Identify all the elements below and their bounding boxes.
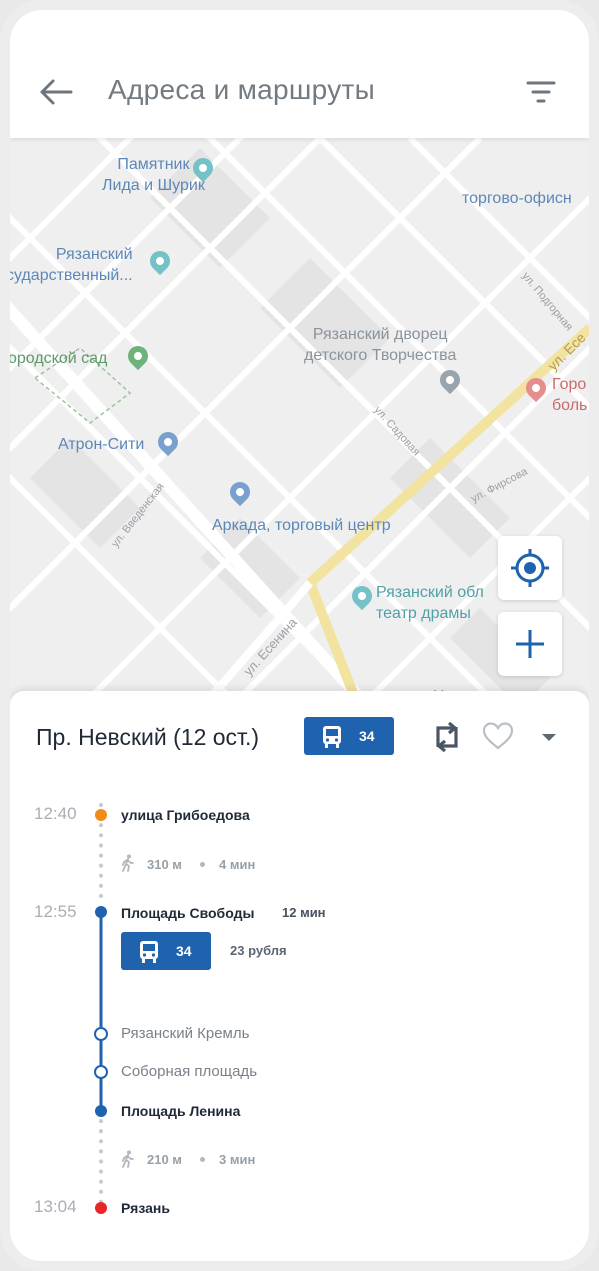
start-stop-name: улица Грибоедова bbox=[121, 807, 250, 823]
route-bus-number: 34 bbox=[359, 728, 375, 744]
map-label-hospital: Горо боль bbox=[552, 376, 588, 414]
swap-icon[interactable] bbox=[430, 721, 464, 753]
route-sheet: Пр. Невский (12 ост.) 34 12:40 улица Гри… bbox=[10, 691, 589, 1261]
map-label-arkada: Аркада, торговый центр bbox=[212, 517, 391, 534]
map-label-palace: Рязанский дворец детского Творчества bbox=[304, 326, 457, 364]
walk-icon bbox=[122, 1150, 134, 1168]
board-time: 12:55 bbox=[34, 902, 77, 921]
leg-bus-badge[interactable]: 34 bbox=[121, 932, 211, 970]
my-location-button[interactable] bbox=[498, 536, 562, 600]
map-label-monument: Памятник Лида и Шурик bbox=[102, 156, 205, 194]
arrow-left-icon[interactable] bbox=[38, 74, 74, 110]
board-dot bbox=[95, 906, 107, 918]
bus-icon bbox=[140, 941, 158, 963]
map-label-atron: Атрон-Сити bbox=[58, 436, 145, 453]
intermediate-stop: Рязанский Кремль bbox=[121, 1025, 250, 1042]
route-title: Пр. Невский (12 ост.) bbox=[36, 724, 260, 750]
exit-dot bbox=[95, 1105, 107, 1117]
map-view[interactable]: Памятник Лида и Шурик торгово-офисн Ряза… bbox=[10, 138, 589, 708]
start-time: 12:40 bbox=[34, 804, 77, 823]
walk-icon bbox=[122, 854, 134, 872]
ride-duration: 12 мин bbox=[282, 905, 326, 920]
crosshair-icon bbox=[511, 549, 549, 587]
filter-icon[interactable] bbox=[526, 80, 556, 104]
route-timeline bbox=[99, 803, 103, 1205]
stop-dot bbox=[94, 1027, 108, 1041]
map-label-garden: ородской сад bbox=[10, 350, 108, 367]
phone-frame: Адреса и маршруты Памятник Лида и Шурик … bbox=[0, 0, 599, 1271]
app-header: Адреса и маршруты bbox=[10, 10, 589, 138]
heart-icon[interactable] bbox=[482, 721, 514, 751]
leg-bus-number: 34 bbox=[176, 943, 192, 959]
map-label-university: Рязанский сударственный... bbox=[10, 246, 133, 284]
exit-stop-name: Площадь Ленина bbox=[121, 1103, 241, 1119]
route-bus-badge[interactable]: 34 bbox=[304, 717, 394, 755]
bus-icon bbox=[323, 726, 341, 748]
page-title: Адреса и маршруты bbox=[108, 74, 376, 105]
walk2-distance: 210 м bbox=[147, 1152, 182, 1167]
fare-price: 23 рубля bbox=[230, 943, 287, 958]
walk1-separator bbox=[200, 862, 205, 867]
chevron-down-icon[interactable] bbox=[540, 731, 558, 743]
plus-icon bbox=[516, 630, 544, 658]
end-dot bbox=[95, 1202, 107, 1214]
end-stop-name: Рязань bbox=[121, 1200, 170, 1216]
start-dot bbox=[95, 809, 107, 821]
walk1-duration: 4 мин bbox=[219, 857, 256, 872]
stop-dot bbox=[94, 1065, 108, 1079]
walk2-duration: 3 мин bbox=[219, 1152, 256, 1167]
zoom-in-button[interactable] bbox=[498, 612, 562, 676]
walk2-separator bbox=[200, 1157, 205, 1162]
intermediate-stop: Соборная площадь bbox=[121, 1063, 258, 1080]
walk1-distance: 310 м bbox=[147, 857, 182, 872]
board-stop-name: Площадь Свободы bbox=[121, 905, 255, 921]
end-time: 13:04 bbox=[34, 1197, 77, 1216]
map-label-theatre: Рязанский обл театр драмы bbox=[376, 584, 484, 622]
map-label-office: торгово-офисн bbox=[462, 190, 572, 207]
